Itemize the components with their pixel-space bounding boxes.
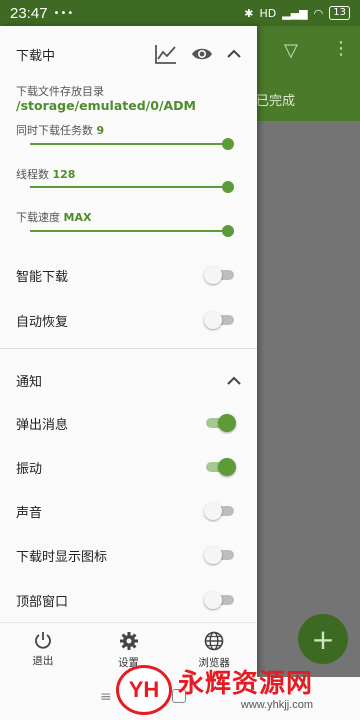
settings-drawer: 下载中 下载文件存放目录 /storage/emulated/0/ADM 同时下… xyxy=(0,26,257,677)
clock: 23:47 xyxy=(10,4,48,22)
eye-icon[interactable] xyxy=(191,46,213,62)
more-options-icon[interactable]: ⋮ xyxy=(332,38,350,59)
header-icons xyxy=(155,44,241,64)
bluetooth-icon: ✱ xyxy=(244,6,254,20)
tasks-slider[interactable] xyxy=(30,138,234,150)
watermark-title: 永辉资源网 xyxy=(178,669,314,699)
show-icon-toggle[interactable] xyxy=(204,546,234,564)
downloading-section-header: 下载中 xyxy=(16,44,241,64)
sound-toggle[interactable] xyxy=(204,502,234,520)
header-icons xyxy=(227,376,241,386)
notifications-section-header[interactable]: 通知 xyxy=(16,371,241,390)
top-window-label: 顶部窗口 xyxy=(16,595,69,610)
signal-icon: ▂▄▆ xyxy=(282,6,308,20)
status-icons: ✱ HD ▂▄▆ ◠ 13 xyxy=(244,6,350,20)
watermark-logo: YH xyxy=(116,665,172,715)
globe-icon xyxy=(204,631,224,651)
tab-completed[interactable]: 已完成 xyxy=(256,90,295,109)
watermark-text: 永辉资源网 www.yhkjj.com xyxy=(178,669,313,711)
toggle-knob xyxy=(204,546,222,564)
exit-label: 退出 xyxy=(32,655,54,667)
menu-icon[interactable]: ≡ xyxy=(100,689,112,705)
gear-icon xyxy=(119,632,138,650)
slider-thumb[interactable] xyxy=(222,138,234,150)
downloading-title: 下载中 xyxy=(16,48,56,64)
sound-label: 声音 xyxy=(16,506,43,521)
toggle-knob xyxy=(204,502,222,520)
tasks-value: 9 xyxy=(96,124,105,137)
section-divider xyxy=(0,348,257,349)
smart-download-label: 智能下载 xyxy=(16,270,69,285)
slider-thumb[interactable] xyxy=(222,181,234,193)
power-icon xyxy=(34,632,51,649)
notifications-title: 通知 xyxy=(16,375,43,390)
battery-indicator: 13 xyxy=(329,6,350,20)
chevron-up-icon[interactable] xyxy=(227,376,241,386)
add-download-button[interactable]: + xyxy=(298,614,348,664)
threads-value: 128 xyxy=(52,168,76,181)
exit-button[interactable]: 退出 xyxy=(0,623,86,677)
folder-label: 下载文件存放目录 xyxy=(16,85,104,98)
threads-slider[interactable] xyxy=(30,181,234,193)
speed-label: 下载速度 MAX xyxy=(16,209,91,225)
notification-dots: ••• xyxy=(53,7,75,19)
tasks-label: 同时下载任务数 9 xyxy=(16,122,104,138)
speed-value: MAX xyxy=(63,211,92,224)
toggle-knob xyxy=(218,458,236,476)
watermark-url: www.yhkjj.com xyxy=(240,699,314,711)
vibrate-label: 振动 xyxy=(16,462,43,477)
threads-label-text: 线程数 xyxy=(16,168,49,181)
network-type: HD xyxy=(259,6,277,20)
auto-resume-label: 自动恢复 xyxy=(16,315,69,330)
show-icon-label: 下载时显示图标 xyxy=(16,550,108,565)
plus-icon: + xyxy=(311,622,335,656)
chart-icon[interactable] xyxy=(155,44,177,64)
speed-label-text: 下载速度 xyxy=(16,211,60,224)
toggle-knob xyxy=(204,591,222,609)
watermark: YH 永辉资源网 www.yhkjj.com xyxy=(116,660,360,720)
toggle-knob xyxy=(218,414,236,432)
wifi-icon: ◠ xyxy=(313,6,324,20)
status-bar: 23:47 ••• ✱ HD ▂▄▆ ◠ 13 xyxy=(0,0,360,26)
chevron-up-icon[interactable] xyxy=(227,49,241,59)
slider-thumb[interactable] xyxy=(222,225,234,237)
tasks-label-text: 同时下载任务数 xyxy=(16,124,93,137)
auto-resume-toggle[interactable] xyxy=(204,311,234,329)
toggle-knob xyxy=(204,266,222,284)
toggle-knob xyxy=(204,311,222,329)
popup-toggle[interactable] xyxy=(204,414,236,432)
vibrate-toggle[interactable] xyxy=(204,458,236,476)
threads-label: 线程数 128 xyxy=(16,166,75,182)
filter-icon[interactable]: ▽ xyxy=(284,40,298,61)
folder-path[interactable]: /storage/emulated/0/ADM xyxy=(16,98,196,113)
popup-label: 弹出消息 xyxy=(16,418,69,433)
smart-download-toggle[interactable] xyxy=(204,266,234,284)
top-window-toggle[interactable] xyxy=(204,591,234,609)
speed-slider[interactable] xyxy=(30,225,234,237)
